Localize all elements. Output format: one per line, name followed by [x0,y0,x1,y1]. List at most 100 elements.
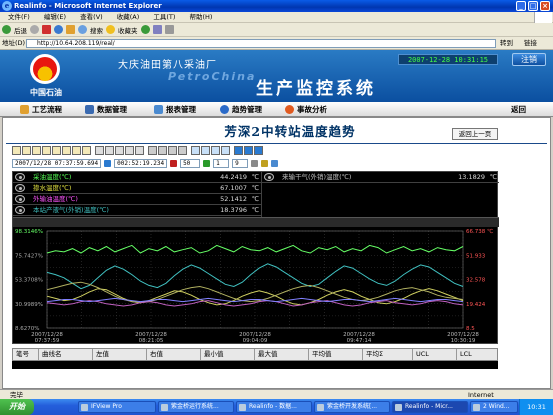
filter-icon[interactable] [251,159,259,167]
stop-icon[interactable] [168,146,177,155]
x-tick-label: 2007/12/28 08:21:05 [135,332,167,344]
visibility-eye-icon[interactable] [264,173,274,181]
refresh-icon[interactable] [54,25,63,34]
cursor-icon[interactable] [191,146,200,155]
legend-row[interactable]: 来输干气(外销)温度(℃) 13.1829 ℃ [262,172,499,183]
text-icon[interactable] [261,159,269,167]
task-windows-group[interactable]: 2 Wind... [470,401,518,413]
visibility-eye-icon[interactable] [15,195,25,203]
legend-name: 采油温度(℃) [33,173,72,181]
list-icon[interactable] [271,159,279,167]
pan-icon[interactable] [211,146,220,155]
maximize-button[interactable]: □ [528,1,538,11]
data-management-icon [85,105,94,114]
trend-plot[interactable]: 98.3146%75.7427%53.3708%30.9989%8.6270% … [13,228,499,332]
menu-file[interactable]: 文件(F) [8,13,30,21]
legend-row[interactable]: 外输油温度(℃) 52.1412 ℃ [13,194,261,205]
settings-icon[interactable] [82,146,91,155]
print-icon[interactable] [164,25,174,34]
visibility-eye-icon[interactable] [15,206,25,214]
start-button[interactable]: 开始 [0,399,34,415]
page-max-select[interactable]: 9 [232,158,249,168]
left-icon[interactable] [125,146,134,155]
search-button[interactable]: 搜索 [90,25,103,35]
save-icon[interactable] [22,146,31,155]
home-icon[interactable] [66,25,75,34]
help-icon[interactable] [254,146,263,155]
y-right-tick-label: 51.933 [466,253,486,259]
zoom-in-icon[interactable] [95,146,104,155]
media-icon[interactable] [140,25,150,34]
trend-controls: 2007/12/28 07:37:59.694 002:52:19.234 50… [12,158,279,168]
nav-data-management[interactable]: 数据管理 [85,102,127,117]
zoom-input[interactable]: 50 [180,158,201,168]
crosshair-icon[interactable] [221,146,230,155]
task-realinfo-ie[interactable]: Realinfo - Micr... [392,401,468,413]
copy-icon[interactable] [42,146,51,155]
nav-trend-management[interactable]: 趋势管理 [220,102,262,117]
task-realinfo-data[interactable]: Realinfo - 数据... [236,401,312,413]
play-icon[interactable] [148,146,157,155]
pen-icon[interactable] [72,146,81,155]
logout-button[interactable]: 注销 [512,53,546,66]
search-icon[interactable] [78,25,87,34]
task-ifview[interactable]: IFView Pro [78,401,156,413]
visibility-eye-icon[interactable] [15,184,25,192]
close-button[interactable]: × [540,1,550,11]
status-text: 完毕 [10,391,23,399]
visibility-eye-icon[interactable] [15,173,25,181]
nav-label: 报表管理 [166,105,196,114]
start-time-input[interactable]: 2007/12/28 07:37:59.694 [12,158,102,168]
address-input[interactable]: http://10.64.208.119/real/ [26,39,496,48]
step-icon[interactable] [178,146,187,155]
chart-icon[interactable] [234,146,243,155]
menu-view[interactable]: 查看(V) [80,13,103,21]
nav-process-flow[interactable]: 工艺流程 [20,102,62,117]
stats-table-body [12,361,498,369]
menu-tools[interactable]: 工具(T) [153,13,175,21]
legend-row[interactable]: 掺水温度(℃) 67.1007 ℃ [13,183,261,194]
legend-row[interactable]: 采油温度(℃) 44.2419 ℃ [13,172,261,183]
go-button[interactable]: 转到 [500,37,513,50]
nav-report-management[interactable]: 报表管理 [154,102,196,117]
links-button[interactable]: 链接 [524,37,537,50]
trend-viewer[interactable]: 采油温度(℃) 44.2419 ℃ 掺水温度(℃) 67.1007 ℃ 外输油温… [12,171,499,344]
col-ucl: UCL [413,349,457,360]
folder-icon[interactable] [52,146,61,155]
pause-icon[interactable] [158,146,167,155]
task-zijinqiao-dev[interactable]: 紫金桥开发系统[... [314,401,390,413]
duration-input[interactable]: 002:52:19.234 [114,158,168,168]
back-to-previous-button[interactable]: 返回上一页 [452,128,498,140]
clock-icon[interactable] [170,159,178,167]
minimize-button[interactable]: _ [516,1,526,11]
legend-name: 来输干气(外销)温度(℃) [282,173,352,181]
mail-icon[interactable] [152,25,162,34]
page-input[interactable]: 1 [213,158,230,168]
grid-icon[interactable] [201,146,210,155]
export-icon[interactable] [62,146,71,155]
menu-edit[interactable]: 编辑(E) [44,13,66,21]
fit-icon[interactable] [115,146,124,155]
calendar-icon[interactable] [104,159,112,167]
favorites-button[interactable]: 收藏夹 [118,25,138,35]
play-icon[interactable] [203,159,211,167]
menu-favorites[interactable]: 收藏(A) [117,13,140,21]
zoom-out-icon[interactable] [105,146,114,155]
table-icon[interactable] [244,146,253,155]
favorites-star-icon[interactable] [106,25,115,34]
trend-toolbar [12,146,263,156]
back-button[interactable]: 后退 [14,25,27,35]
task-zijinqiao-runtime[interactable]: 紫金桥运行系统... [158,401,234,413]
nav-back[interactable]: 返回 [511,102,526,117]
menu-help[interactable]: 帮助(H) [190,13,213,21]
forward-arrow-icon[interactable] [30,25,39,34]
legend-splitter[interactable] [13,217,499,227]
nav-incident-analysis[interactable]: 事故分析 [285,102,327,117]
back-arrow-icon[interactable] [2,25,11,34]
open-icon[interactable] [12,146,21,155]
legend-row[interactable]: 本站产液气(外销)温度(℃) 18.3796 ℃ [13,205,261,216]
stop-icon[interactable] [42,25,51,34]
legend-unit: ℃ [251,173,259,181]
right-icon[interactable] [135,146,144,155]
print-icon[interactable] [32,146,41,155]
